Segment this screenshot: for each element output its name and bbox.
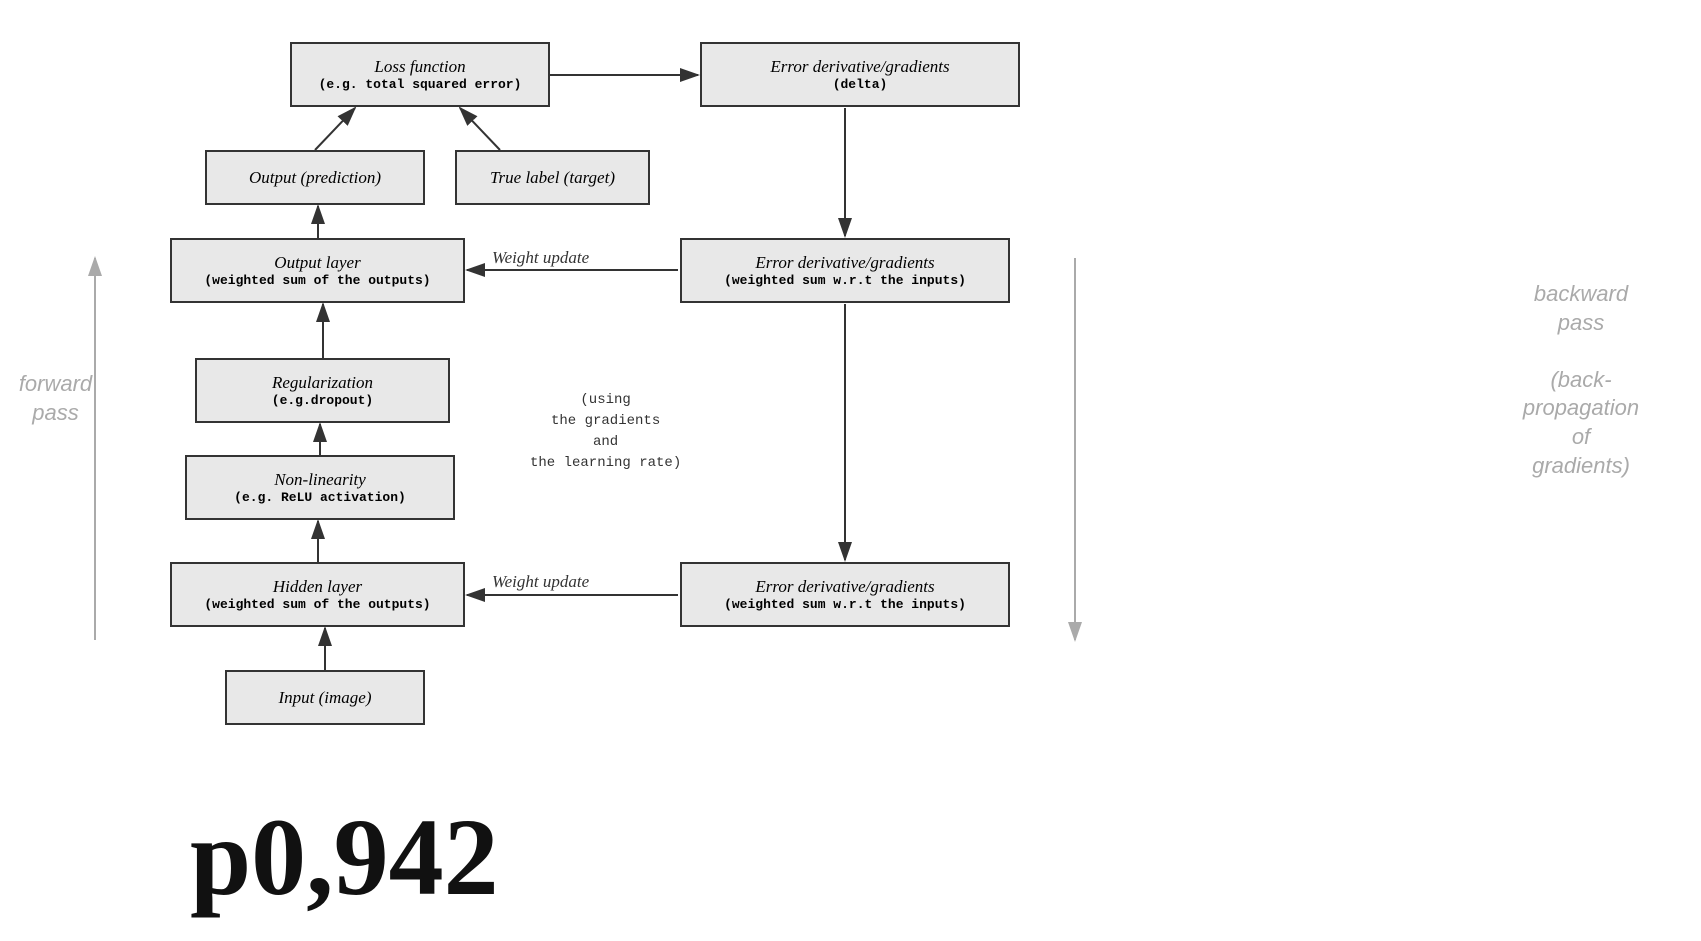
output-prediction-title: Output (prediction) bbox=[249, 168, 381, 188]
error-deriv-output-title: Error derivative/gradients bbox=[755, 253, 934, 273]
error-deriv-hidden-box: Error derivative/gradients (weighted sum… bbox=[680, 562, 1010, 627]
hidden-layer-subtitle: (weighted sum of the outputs) bbox=[204, 597, 430, 612]
true-label-title: True label (target) bbox=[490, 168, 615, 188]
true-label-box: True label (target) bbox=[455, 150, 650, 205]
error-deriv-hidden-subtitle: (weighted sum w.r.t the inputs) bbox=[724, 597, 966, 612]
loss-function-title: Loss function bbox=[374, 57, 465, 77]
weight-update-top-label: Weight update bbox=[492, 248, 589, 268]
error-deriv-top-box: Error derivative/gradients (delta) bbox=[700, 42, 1020, 107]
output-layer-title: Output layer bbox=[274, 253, 360, 273]
output-layer-box: Output layer (weighted sum of the output… bbox=[170, 238, 465, 303]
backward-pass-label: backwardpass(back-propagationofgradients… bbox=[1521, 280, 1641, 480]
error-deriv-output-box: Error derivative/gradients (weighted sum… bbox=[680, 238, 1010, 303]
hidden-layer-title: Hidden layer bbox=[273, 577, 362, 597]
hidden-layer-box: Hidden layer (weighted sum of the output… bbox=[170, 562, 465, 627]
loss-function-subtitle: (e.g. total squared error) bbox=[319, 77, 522, 92]
non-linearity-title: Non-linearity bbox=[274, 470, 366, 490]
regularization-box: Regularization (e.g.dropout) bbox=[195, 358, 450, 423]
weight-update-bottom-label: Weight update bbox=[492, 572, 589, 592]
diagram-container: Loss function (e.g. total squared error)… bbox=[0, 0, 1701, 941]
output-prediction-box: Output (prediction) bbox=[205, 150, 425, 205]
gradient-note: (usingthe gradientsandthe learning rate) bbox=[530, 390, 681, 474]
loss-function-box: Loss function (e.g. total squared error) bbox=[290, 42, 550, 107]
non-linearity-box: Non-linearity (e.g. ReLU activation) bbox=[185, 455, 455, 520]
error-deriv-output-subtitle: (weighted sum w.r.t the inputs) bbox=[724, 273, 966, 288]
forward-pass-label: forwardpass bbox=[18, 370, 93, 427]
input-image-title: Input (image) bbox=[278, 688, 371, 708]
input-image-box: Input (image) bbox=[225, 670, 425, 725]
regularization-subtitle: (e.g.dropout) bbox=[272, 393, 373, 408]
output-layer-subtitle: (weighted sum of the outputs) bbox=[204, 273, 430, 288]
error-deriv-top-title: Error derivative/gradients bbox=[770, 57, 949, 77]
error-deriv-hidden-title: Error derivative/gradients bbox=[755, 577, 934, 597]
error-deriv-top-subtitle: (delta) bbox=[833, 77, 888, 92]
handwritten-text: p0,942 bbox=[190, 794, 499, 921]
non-linearity-subtitle: (e.g. ReLU activation) bbox=[234, 490, 406, 505]
regularization-title: Regularization bbox=[272, 373, 373, 393]
